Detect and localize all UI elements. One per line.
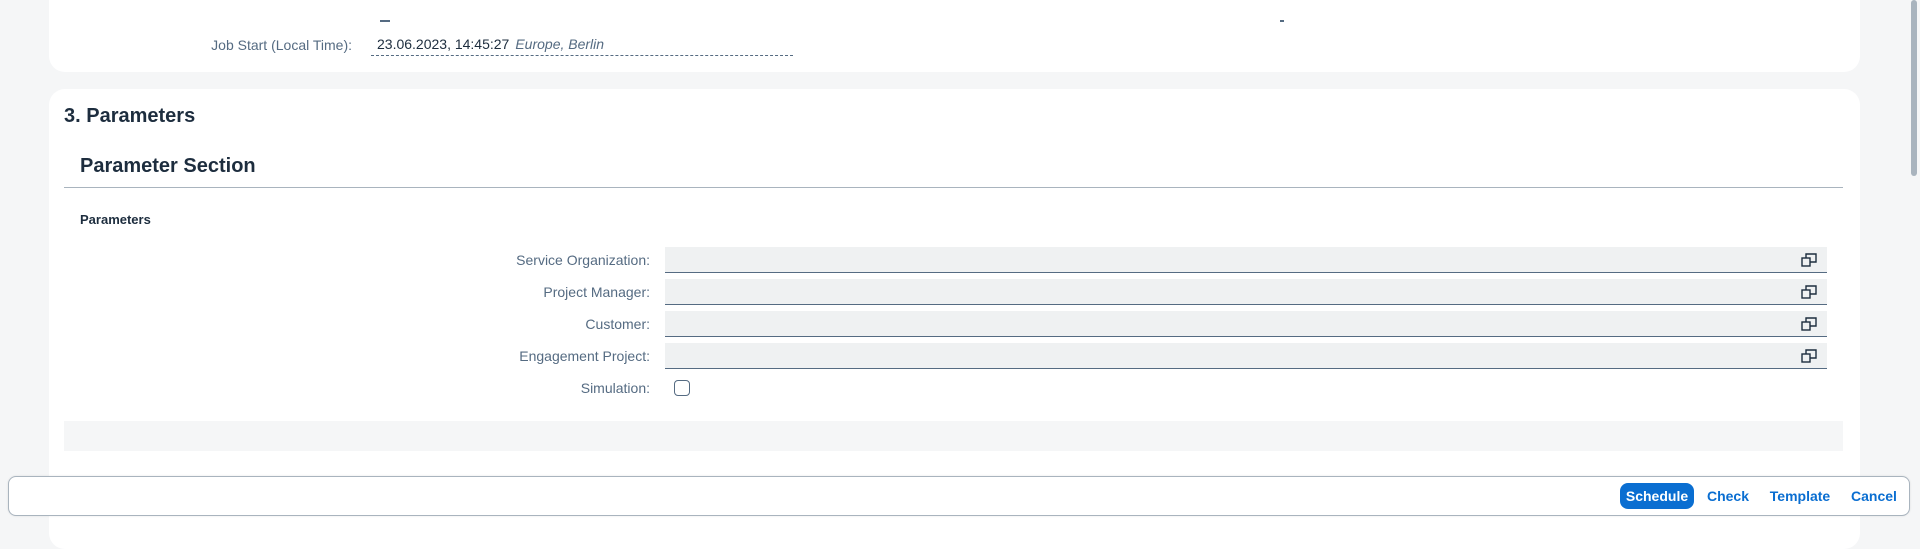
customer-label: Customer: bbox=[585, 316, 650, 332]
schedule-button[interactable]: Schedule bbox=[1620, 483, 1694, 509]
service-organization-label: Service Organization: bbox=[516, 252, 650, 268]
value-help-icon[interactable] bbox=[1801, 317, 1817, 331]
template-button[interactable]: Template bbox=[1764, 483, 1836, 509]
project-manager-input[interactable] bbox=[665, 279, 1827, 305]
project-manager-label: Project Manager: bbox=[543, 284, 650, 300]
clipped-text-fragment bbox=[1280, 20, 1284, 22]
scrollbar-thumb[interactable] bbox=[1911, 0, 1917, 176]
simulation-checkbox[interactable] bbox=[674, 380, 690, 396]
service-organization-input[interactable] bbox=[665, 247, 1827, 273]
group-title: Parameters bbox=[80, 212, 151, 227]
section-spacer bbox=[64, 421, 1843, 451]
cancel-button[interactable]: Cancel bbox=[1844, 483, 1904, 509]
job-start-timezone: Europe, Berlin bbox=[515, 36, 605, 52]
job-start-value[interactable]: 23.06.2023, 14:45:27 Europe, Berlin bbox=[371, 36, 793, 56]
job-start-datetime: 23.06.2023, 14:45:27 bbox=[377, 36, 510, 52]
clipped-text-fragment bbox=[380, 20, 390, 22]
value-help-icon[interactable] bbox=[1801, 349, 1817, 363]
section-title: 3. Parameters bbox=[64, 105, 196, 127]
job-schedule-card bbox=[49, 0, 1860, 72]
customer-input[interactable] bbox=[665, 311, 1827, 337]
value-help-icon[interactable] bbox=[1801, 253, 1817, 267]
subsection-divider bbox=[64, 187, 1843, 188]
engagement-project-input[interactable] bbox=[665, 343, 1827, 369]
engagement-project-label: Engagement Project: bbox=[519, 348, 650, 364]
simulation-label: Simulation: bbox=[580, 380, 650, 396]
check-button[interactable]: Check bbox=[1702, 483, 1754, 509]
subsection-title: Parameter Section bbox=[80, 155, 256, 177]
value-help-icon[interactable] bbox=[1801, 285, 1817, 299]
job-start-label: Job Start (Local Time): bbox=[211, 37, 352, 53]
